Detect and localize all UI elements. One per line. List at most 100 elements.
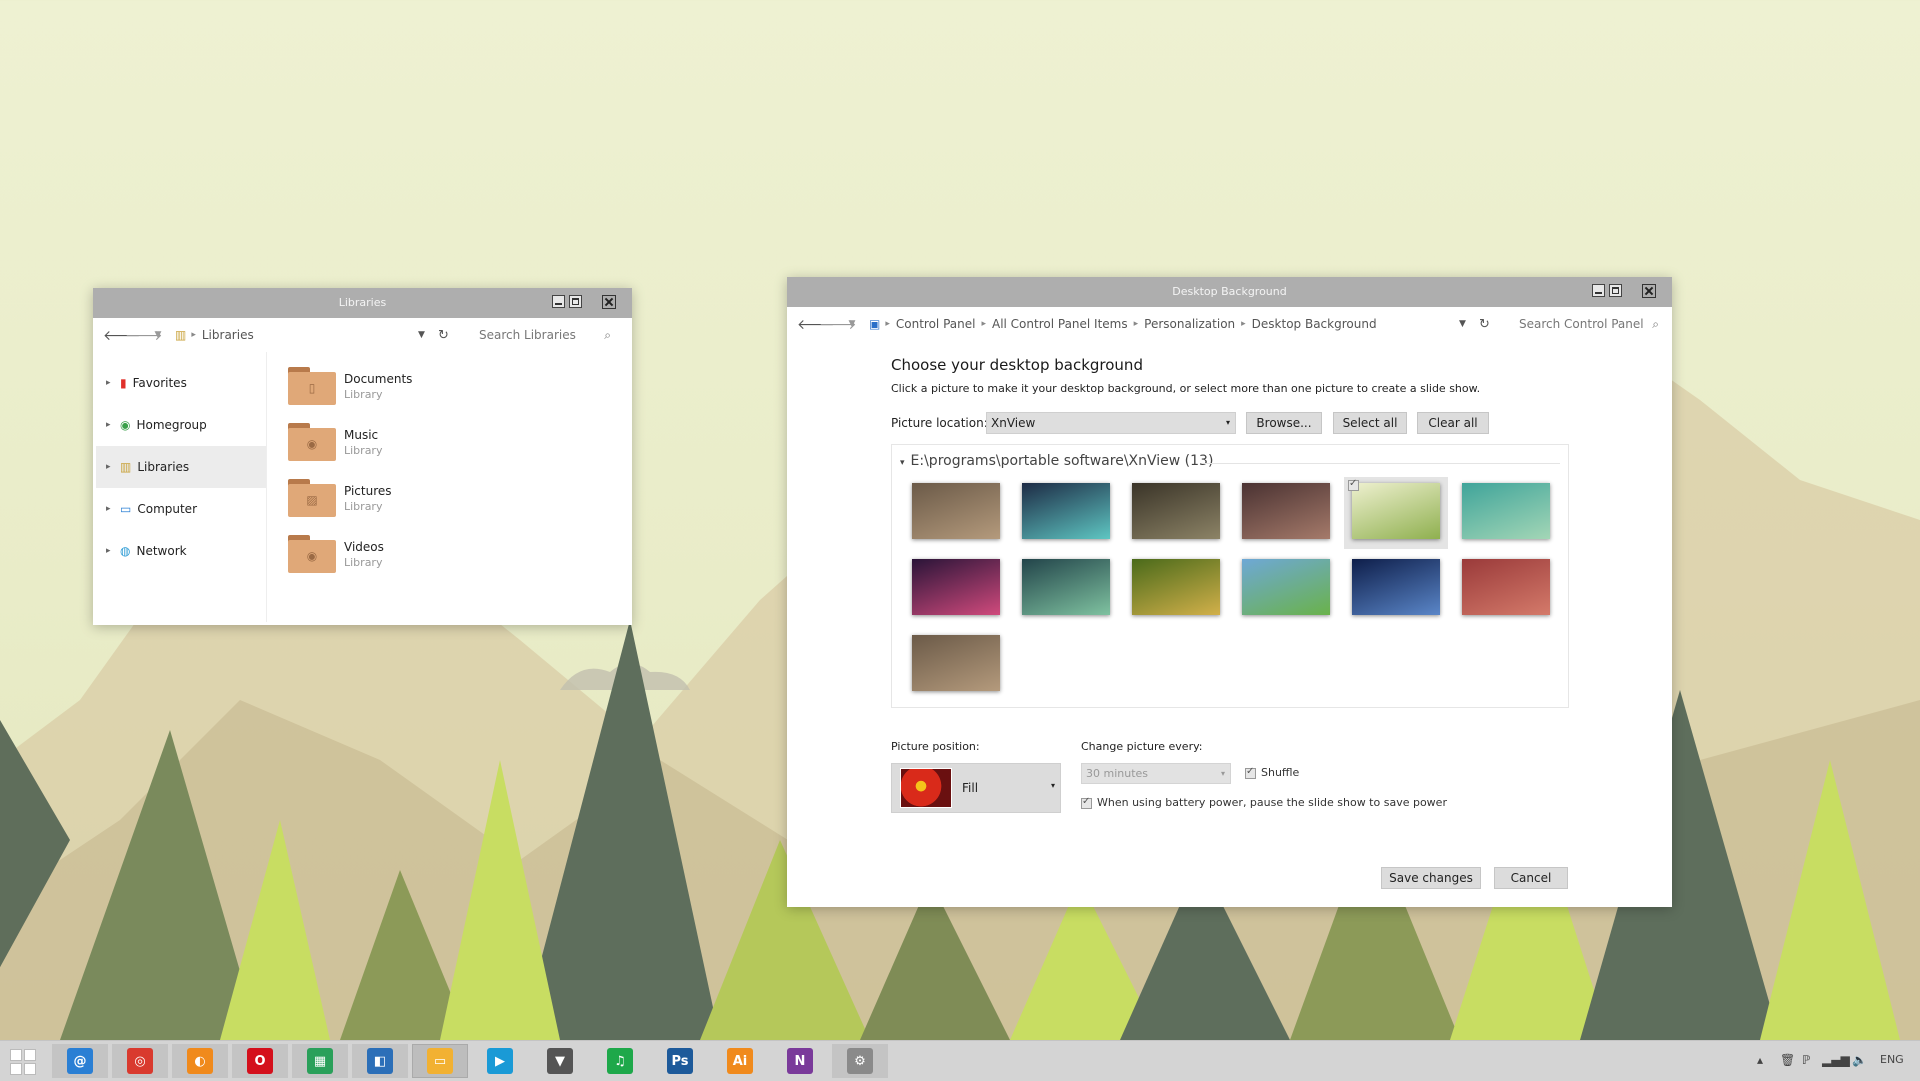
wallpaper-thumbnail[interactable] xyxy=(912,483,1000,539)
taskbar-app[interactable]: ♫ xyxy=(592,1044,648,1078)
battery-checkbox[interactable]: When using battery power, pause the slid… xyxy=(1081,796,1447,809)
search-box[interactable]: Search Libraries ⌕ xyxy=(479,328,619,343)
wallpaper-thumbnail[interactable] xyxy=(912,635,1000,691)
checkbox-icon[interactable] xyxy=(1245,766,1256,779)
signal-icon[interactable]: ▂▄▆ xyxy=(1822,1053,1850,1067)
wallpaper-thumbnail[interactable] xyxy=(912,559,1000,615)
wallpaper-thumbnail[interactable] xyxy=(1352,559,1440,615)
recent-dropdown-icon[interactable]: ▼ xyxy=(147,330,169,340)
search-input[interactable]: Search Libraries xyxy=(479,328,576,342)
change-picture-select[interactable]: 30 minutes ▾ xyxy=(1081,763,1231,784)
checkbox-icon[interactable] xyxy=(1081,796,1092,809)
change-picture-label: Change picture every: xyxy=(1081,740,1203,753)
pen-icon[interactable]: ℙ xyxy=(1802,1053,1810,1067)
back-arrow-icon[interactable]: 🡐 xyxy=(797,316,835,333)
search-icon[interactable]: ⌕ xyxy=(604,328,611,343)
libraries-window: Libraries 🡐 🡒 ▼ ▥ ▸ Libraries ▼ ↻ Search… xyxy=(93,288,632,625)
minimize-button[interactable] xyxy=(552,295,565,308)
maximize-button[interactable] xyxy=(1609,284,1622,297)
address-dropdown-icon[interactable]: ▼ xyxy=(418,330,425,340)
forward-arrow-icon[interactable]: 🡒 xyxy=(819,316,857,333)
breadcrumb-control-panel[interactable]: Control Panel xyxy=(896,317,976,331)
control-panel-icon: ▣ xyxy=(869,317,881,331)
taskbar-app[interactable]: ▭ xyxy=(412,1044,468,1078)
libraries-titlebar[interactable]: Libraries xyxy=(93,288,632,318)
expand-icon[interactable]: ▸ xyxy=(106,462,120,472)
music-icon: ♫ xyxy=(607,1048,633,1074)
taskbar-app[interactable]: Ai xyxy=(712,1044,768,1078)
library-type: Library xyxy=(344,443,383,457)
taskbar-app[interactable]: O xyxy=(232,1044,288,1078)
address-dropdown-icon[interactable]: ▼ xyxy=(1459,319,1466,329)
firefox-icon: ◐ xyxy=(187,1048,213,1074)
list-item-documents[interactable]: ▯ Documents Library xyxy=(288,358,608,414)
library-name: Videos xyxy=(344,539,384,554)
close-button[interactable] xyxy=(1642,284,1656,298)
trash-icon[interactable]: 🗑 xyxy=(1780,1053,1795,1067)
sidebar-item-network[interactable]: ▸ ◍ Network xyxy=(96,530,266,572)
picture-position-select[interactable]: Fill ▾ xyxy=(891,763,1061,813)
cancel-button[interactable]: Cancel xyxy=(1494,867,1568,889)
thumbnail-checkbox[interactable] xyxy=(1348,478,1359,491)
sidebar-item-favorites[interactable]: ▸ ▮ Favorites xyxy=(96,362,266,404)
list-item-music[interactable]: ◉ Music Library xyxy=(288,414,608,470)
wallpaper-thumbnail[interactable] xyxy=(1132,559,1220,615)
expand-icon[interactable]: ▸ xyxy=(106,420,120,430)
taskbar-app[interactable]: ◎ xyxy=(112,1044,168,1078)
volume-icon[interactable]: 🔈 xyxy=(1852,1053,1867,1067)
wallpaper-thumbnail[interactable] xyxy=(1462,559,1550,615)
taskbar-app[interactable]: Ps xyxy=(652,1044,708,1078)
start-button[interactable] xyxy=(10,1049,36,1075)
search-input[interactable]: Search Control Panel xyxy=(1519,317,1644,331)
sidebar-item-homegroup[interactable]: ▸ ◉ Homegroup xyxy=(96,404,266,446)
settings-icon: ⚙ xyxy=(847,1048,873,1074)
breadcrumb-desktop-background[interactable]: Desktop Background xyxy=(1252,317,1377,331)
taskbar-app[interactable]: ⚙ xyxy=(832,1044,888,1078)
maximize-button[interactable] xyxy=(569,295,582,308)
picture-location-select[interactable]: XnView ▾ xyxy=(986,412,1236,434)
clear-all-button[interactable]: Clear all xyxy=(1417,412,1489,434)
sidebar-item-libraries[interactable]: ▸ ▥ Libraries xyxy=(96,446,266,488)
refresh-icon[interactable]: ↻ xyxy=(438,328,449,343)
save-changes-button[interactable]: Save changes xyxy=(1381,867,1481,889)
select-all-button[interactable]: Select all xyxy=(1333,412,1407,434)
breadcrumb-personalization[interactable]: Personalization xyxy=(1144,317,1235,331)
expand-icon[interactable]: ▸ xyxy=(106,504,120,514)
taskbar-app[interactable]: ▦ xyxy=(292,1044,348,1078)
wallpaper-thumbnail[interactable] xyxy=(1242,559,1330,615)
wallpaper-thumbnail[interactable] xyxy=(1352,483,1440,539)
back-arrow-icon[interactable]: 🡐 xyxy=(103,327,141,344)
expand-icon[interactable]: ▸ xyxy=(106,546,120,556)
taskbar-app[interactable]: ▶ xyxy=(472,1044,528,1078)
desktop-background-titlebar[interactable]: Desktop Background xyxy=(787,277,1672,307)
breadcrumb[interactable]: Libraries xyxy=(202,328,254,342)
taskbar-app[interactable]: ▼ xyxy=(532,1044,588,1078)
shuffle-checkbox[interactable]: Shuffle xyxy=(1245,766,1299,779)
wallpaper-thumbnail[interactable] xyxy=(1022,483,1110,539)
wallpaper-thumbnail[interactable] xyxy=(1242,483,1330,539)
wallpaper-thumbnail[interactable] xyxy=(1462,483,1550,539)
forward-arrow-icon[interactable]: 🡒 xyxy=(125,327,163,344)
list-item-pictures[interactable]: ▨ Pictures Library xyxy=(288,470,608,526)
taskbar-app[interactable]: @ xyxy=(52,1044,108,1078)
refresh-icon[interactable]: ↻ xyxy=(1479,317,1490,332)
wallpaper-thumbnail[interactable] xyxy=(1022,559,1110,615)
tray-overflow-icon[interactable]: ▴ xyxy=(1757,1053,1763,1067)
search-icon[interactable]: ⌕ xyxy=(1652,317,1659,332)
search-box[interactable]: Search Control Panel ⌕ xyxy=(1519,317,1659,332)
folder-group-header[interactable]: ▾ E:\programs\portable software\XnView (1… xyxy=(900,453,1213,469)
taskbar-app[interactable]: N xyxy=(772,1044,828,1078)
minimize-button[interactable] xyxy=(1592,284,1605,297)
browse-button[interactable]: Browse... xyxy=(1246,412,1322,434)
breadcrumb-all-items[interactable]: All Control Panel Items xyxy=(992,317,1128,331)
language-indicator[interactable]: ENG xyxy=(1880,1053,1904,1066)
sidebar-item-computer[interactable]: ▸ ▭ Computer xyxy=(96,488,266,530)
list-item-videos[interactable]: ◉ Videos Library xyxy=(288,526,608,582)
taskbar-app[interactable]: ◧ xyxy=(352,1044,408,1078)
collapse-icon[interactable]: ▾ xyxy=(900,458,905,468)
taskbar-app[interactable]: ◐ xyxy=(172,1044,228,1078)
close-button[interactable] xyxy=(602,295,616,309)
wallpaper-thumbnail[interactable] xyxy=(1132,483,1220,539)
expand-icon[interactable]: ▸ xyxy=(106,378,120,388)
recent-dropdown-icon[interactable]: ▼ xyxy=(841,319,863,329)
